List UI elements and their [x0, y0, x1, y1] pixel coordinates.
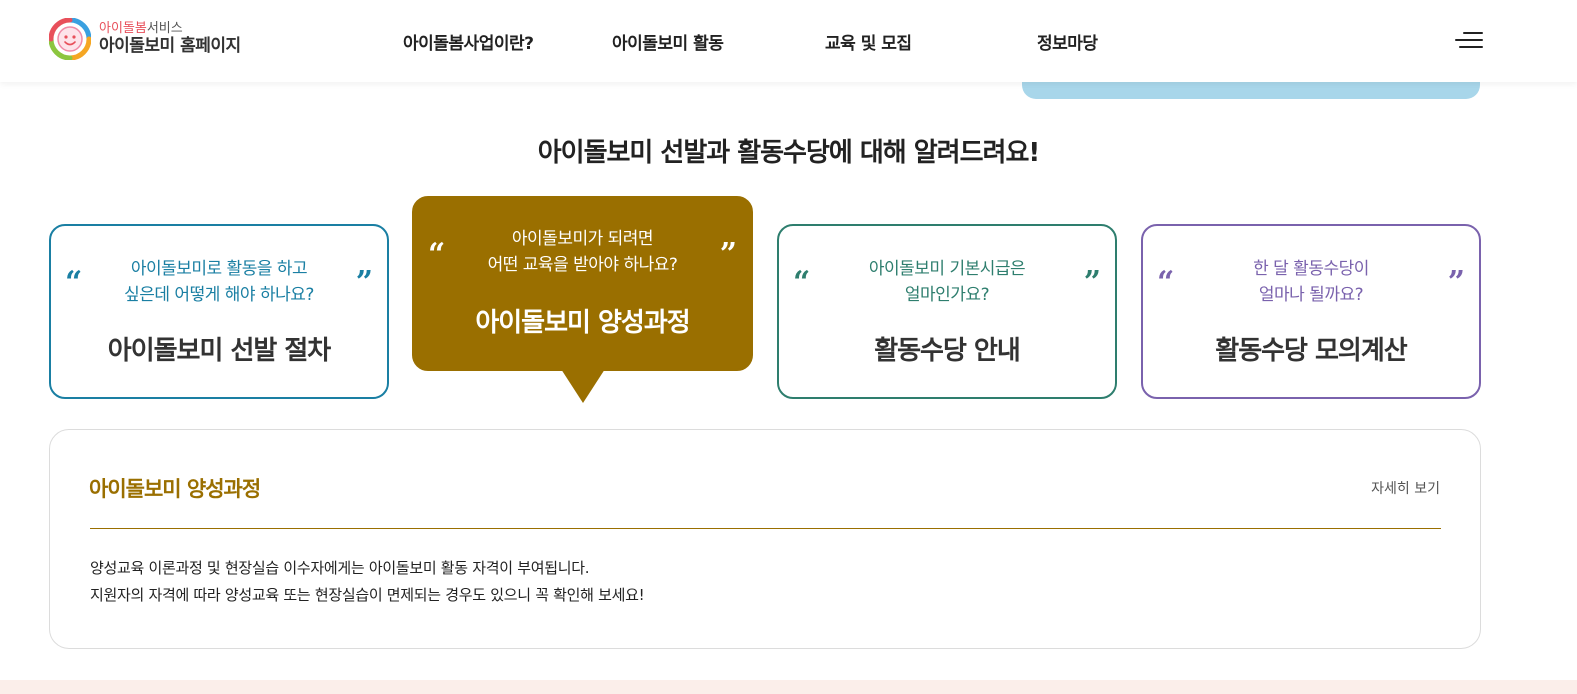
detail-panel: 아이돌보미 양성과정 자세히 보기 양성교육 이론과정 및 현장실습 이수자에게…	[49, 429, 1481, 649]
panel-description-line: 지원자의 자격에 따라 양성교육 또는 현장실습이 면제되는 경우도 있으니 꼭…	[90, 586, 645, 604]
card-allowance-calculator[interactable]: “ ” 한 달 활동수당이 얼마나 될까요? 활동수당 모의계산	[1141, 224, 1481, 399]
section-title-regular: 아이돌보미 선발과 활동수당에 대해	[537, 138, 914, 168]
card-question: 아이돌보미로 활동을 하고 싶은데 어떻게 해야 하나요?	[51, 256, 387, 308]
card-title: 활동수당 안내	[874, 336, 1021, 366]
card-title: 아이돌보미 선발 절차	[107, 336, 331, 366]
card-selection-procedure[interactable]: “ ” 아이돌보미로 활동을 하고 싶은데 어떻게 해야 하나요? 아이돌보미 …	[49, 224, 389, 399]
card-question-line: 싶은데 어떻게 해야 하나요?	[124, 285, 314, 305]
card-allowance-guide[interactable]: “ ” 아이돌보미 기본시급은 얼마인가요? 활동수당 안내	[777, 224, 1117, 399]
nav-item-about[interactable]: 아이돌봄사업이란?	[403, 29, 534, 54]
section-title-bold: 알려드려요!	[913, 138, 1040, 168]
panel-title: 아이돌보미 양성과정	[89, 477, 261, 501]
card-question-line: 어떤 교육을 받아야 하나요?	[487, 255, 678, 275]
card-title: 아이돌보미 양성과정	[475, 308, 690, 338]
card-question-line: 한 달 활동수당이	[1253, 259, 1369, 279]
nav-item-activity[interactable]: 아이돌보미 활동	[612, 29, 724, 54]
card-training-course[interactable]: “ ” 아이돌보미가 되려면 어떤 교육을 받아야 하나요? 아이돌보미 양성과…	[412, 196, 753, 371]
card-question: 아이돌보미 기본시급은 얼마인가요?	[779, 256, 1115, 308]
divider	[90, 528, 1441, 529]
section-title: 아이돌보미 선발과 활동수당에 대해 알려드려요!	[0, 132, 1577, 169]
nav-item-education[interactable]: 교육 및 모집	[825, 29, 912, 54]
card-question-line: 아이돌보미가 되려면	[511, 229, 654, 249]
card-question-line: 아이돌보미 기본시급은	[868, 259, 1026, 279]
card-question: 아이돌보미가 되려면 어떤 교육을 받아야 하나요?	[414, 226, 751, 278]
site-header: 아이돌봄서비스 아이돌보미 홈페이지 아이돌봄사업이란? 아이돌보미 활동 교육…	[0, 0, 1577, 82]
card-question: 한 달 활동수당이 얼마나 될까요?	[1143, 256, 1479, 308]
nav-item-info[interactable]: 정보마당	[1037, 29, 1098, 54]
card-question-line: 얼마인가요?	[904, 285, 990, 305]
hamburger-menu-icon[interactable]	[1455, 30, 1483, 50]
card-title: 활동수당 모의계산	[1215, 336, 1407, 366]
active-card-pointer	[561, 369, 605, 403]
main-nav: 아이돌봄사업이란? 아이돌보미 활동 교육 및 모집 정보마당	[0, 29, 1577, 54]
card-question-line: 아이돌보미로 활동을 하고	[130, 259, 308, 279]
panel-description-line: 양성교육 이론과정 및 현장실습 이수자에게는 아이돌보미 활동 자격이 부여됩…	[90, 559, 590, 577]
panel-description: 양성교육 이론과정 및 현장실습 이수자에게는 아이돌보미 활동 자격이 부여됩…	[90, 555, 645, 609]
view-more-link[interactable]: 자세히 보기	[1371, 478, 1440, 498]
card-question-line: 얼마나 될까요?	[1258, 285, 1364, 305]
footer-edge	[0, 680, 1577, 694]
